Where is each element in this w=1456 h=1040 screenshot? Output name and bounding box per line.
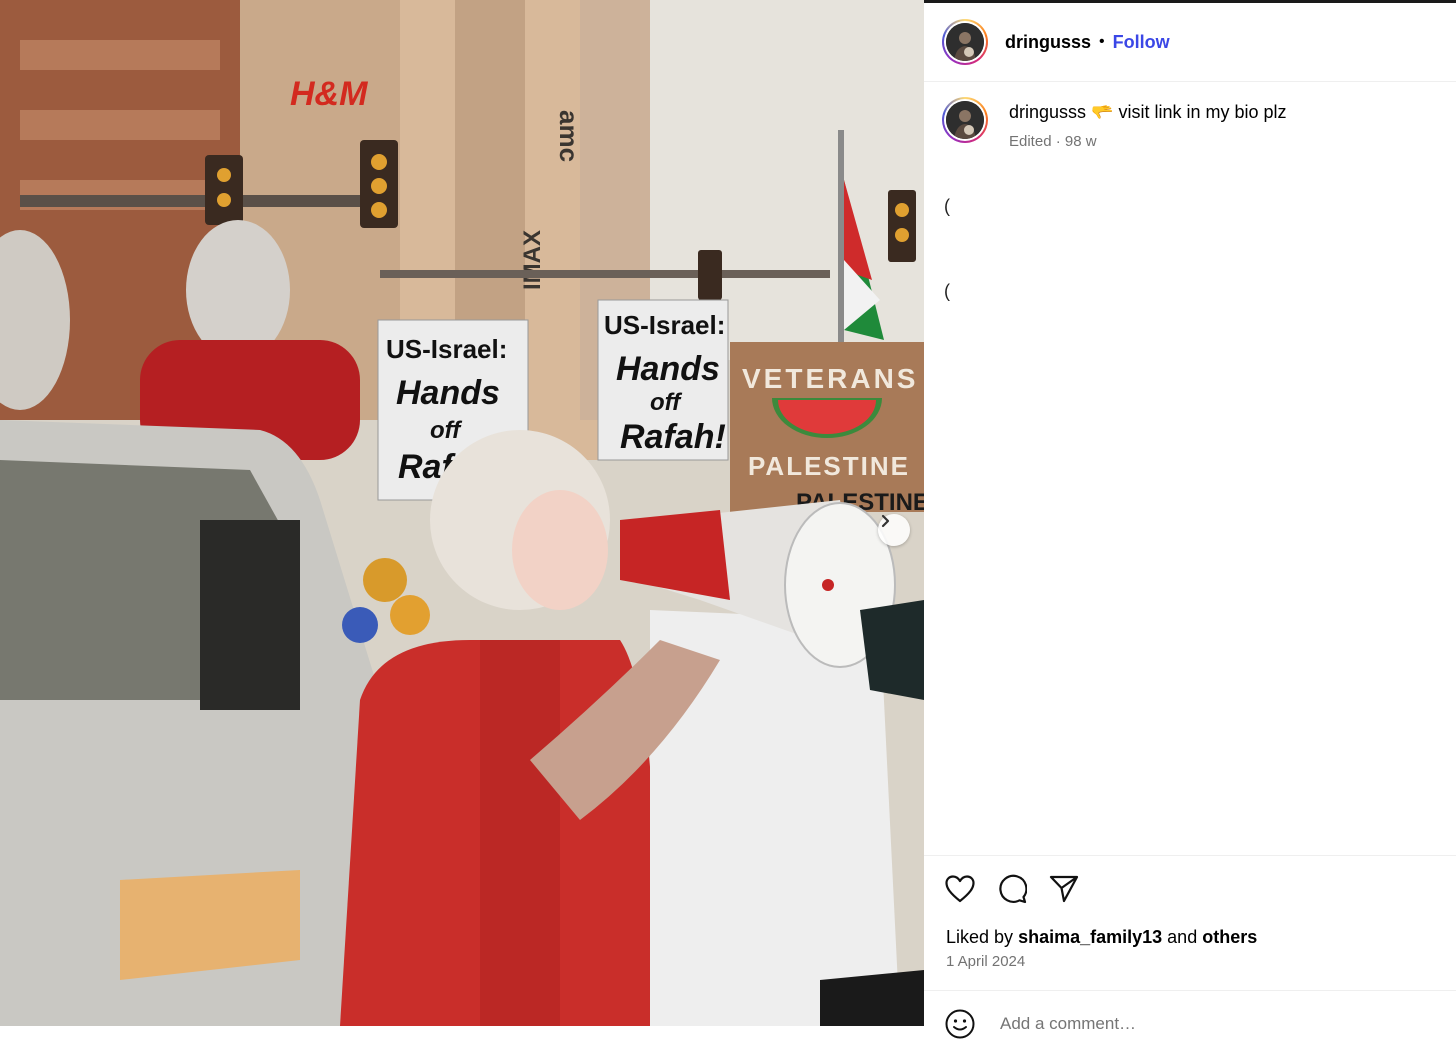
sign-b-line3: off xyxy=(650,389,682,416)
heart-icon xyxy=(945,875,975,903)
divider xyxy=(924,990,1456,991)
avatar-photo xyxy=(946,23,984,61)
comment-glyph: ( xyxy=(944,196,950,216)
likes-summary: Liked by shaima_family13 and others xyxy=(946,927,1257,948)
share-icon xyxy=(1049,875,1079,903)
action-bar xyxy=(944,872,1080,906)
separator-dot: • xyxy=(1099,33,1105,50)
photo-illustration: H&M amc IMAX US-Israel: Hands off Rafah … xyxy=(0,0,924,1026)
comment-icon xyxy=(999,874,1027,904)
liked-joiner: and xyxy=(1167,927,1198,947)
caption-avatar[interactable] xyxy=(942,97,988,143)
palestine-text: PALESTINE xyxy=(748,451,910,481)
liked-by-user[interactable]: shaima_family13 xyxy=(1018,927,1162,947)
share-button[interactable] xyxy=(1048,872,1080,906)
caption-text: visit link in my bio plz xyxy=(1118,102,1287,122)
sign-b-line1: US-Israel: xyxy=(604,310,725,340)
avatar[interactable] xyxy=(942,19,988,65)
comment-input[interactable] xyxy=(998,1013,1402,1035)
sign-a-line2: Hands xyxy=(396,374,500,412)
sign-b-line4: Rafah! xyxy=(620,418,726,456)
hm-sign: H&M xyxy=(290,75,368,113)
amc-sign: amc xyxy=(554,110,584,162)
caption-emoji: 🫳 xyxy=(1091,102,1114,122)
post-date[interactable]: 1 April 2024 xyxy=(946,953,1025,970)
caption-username[interactable]: dringusss xyxy=(1009,102,1086,122)
comment-button[interactable] xyxy=(996,872,1028,906)
emoji-icon[interactable] xyxy=(944,1008,976,1040)
imax-sign: IMAX xyxy=(519,230,546,290)
caption: dringusss 🫳 visit link in my bio plz Edi… xyxy=(942,97,1287,150)
post-photo[interactable]: H&M amc IMAX US-Israel: Hands off Rafah … xyxy=(0,0,924,1026)
post-side-panel: dringusss • Follow dringusss 🫳 visit lin… xyxy=(924,0,1456,1039)
sign-a-line1: US-Israel: xyxy=(386,334,507,364)
like-button[interactable] xyxy=(944,872,976,906)
liked-by-prefix: Liked by xyxy=(946,927,1014,947)
veterans-text: VETERANS xyxy=(742,363,918,394)
caption-meta: Edited · 98 w xyxy=(1009,133,1097,150)
post-header: dringusss • Follow xyxy=(924,3,1456,82)
username-link[interactable]: dringusss xyxy=(1005,32,1091,53)
comment-glyph: ( xyxy=(944,281,950,301)
sign-a-line3: off xyxy=(430,417,462,444)
comment-box xyxy=(944,1008,1402,1040)
next-photo-button[interactable] xyxy=(878,514,910,546)
divider xyxy=(924,855,1456,856)
follow-button[interactable]: Follow xyxy=(1113,32,1170,53)
sign-b-line2: Hands xyxy=(616,350,720,388)
avatar-photo xyxy=(946,101,984,139)
chevron-right-icon xyxy=(881,514,890,528)
liked-others-link[interactable]: others xyxy=(1202,927,1257,947)
